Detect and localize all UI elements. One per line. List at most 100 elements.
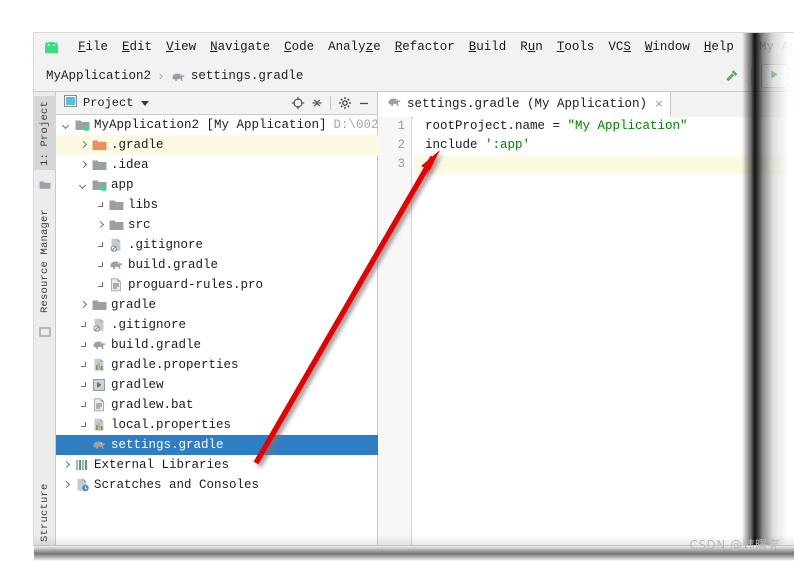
tree-row[interactable]: gradlew (56, 375, 378, 395)
project-panel-header: Project (56, 92, 377, 115)
code-token-default: include (425, 138, 486, 152)
folder-orange-icon (92, 138, 107, 152)
project-tree[interactable]: MyApplication2 [My Application] D:\002_I.… (56, 115, 378, 545)
project-panel-actions (288, 94, 373, 113)
code-line[interactable] (413, 155, 794, 174)
collapse-all-icon[interactable] (307, 94, 326, 113)
code-line[interactable]: include ':app' (413, 136, 794, 155)
chevron-down-icon[interactable] (141, 100, 150, 106)
chevron-down-icon[interactable] (62, 121, 71, 130)
toolbar-divider (751, 67, 752, 85)
run-play-icon (769, 67, 780, 85)
project-panel-title: Project (83, 96, 134, 110)
tree-row[interactable]: MyApplication2 [My Application] D:\002_I (56, 115, 378, 135)
line-number: 1 (397, 119, 405, 133)
folder-icon (92, 158, 107, 172)
tree-row[interactable]: build.gradle (56, 255, 378, 275)
tree-row-label: MyApplication2 [My Application] (94, 118, 327, 132)
sidebar-item-structure[interactable]: Structure (34, 477, 56, 545)
menu-tools-rest: ools (564, 40, 595, 54)
minimize-icon[interactable] (354, 94, 373, 113)
menu-item-refactor[interactable]: Refactor (388, 38, 462, 56)
locate-target-icon[interactable] (288, 94, 307, 113)
chevron-right-icon[interactable] (79, 141, 88, 150)
menu-edit-mnemonic: E (122, 40, 130, 54)
menu-item-window[interactable]: Window (638, 38, 697, 56)
scratches-icon (75, 478, 90, 492)
tree-row[interactable]: app (56, 175, 378, 195)
toolbar-actions (720, 64, 794, 88)
tree-row[interactable]: settings.gradle (56, 435, 378, 455)
menu-item-analyze[interactable]: Analyze (321, 38, 388, 56)
tree-row-label: .gradle (111, 138, 164, 152)
gradle-elephant-icon (171, 70, 186, 83)
editor-code-area[interactable]: rootProject.name = "My Application" inclu… (413, 117, 794, 545)
tree-row[interactable]: .idea (56, 155, 378, 175)
menu-view-rest: iew (173, 40, 197, 54)
gitignore-file-icon (109, 238, 124, 252)
tree-row-label: .gitignore (111, 318, 187, 332)
menu-window-rest: indow (652, 40, 690, 54)
tree-row[interactable]: gradlew.bat (56, 395, 378, 415)
menu-item-file[interactable]: File (71, 38, 115, 56)
chevron-right-icon[interactable] (79, 161, 88, 170)
menu-build-rest: uild (476, 40, 507, 54)
folder-icon (39, 177, 51, 189)
menu-code-rest: ode (291, 40, 315, 54)
tree-row[interactable]: proguard-rules.pro (56, 275, 378, 295)
tree-row[interactable]: libs (56, 195, 378, 215)
tree-row-label: gradlew.bat (111, 398, 194, 412)
code-line[interactable]: rootProject.name = "My Application" (413, 117, 794, 136)
tree-row[interactable]: build.gradle (56, 335, 378, 355)
tree-row[interactable]: .gitignore (56, 315, 378, 335)
gear-icon[interactable] (335, 94, 354, 113)
tree-toggle-empty (96, 261, 105, 270)
menu-file-rest: ile (85, 40, 109, 54)
menu-navigate-mnemonic: N (210, 40, 218, 54)
menu-item-edit[interactable]: Edit (115, 38, 159, 56)
tree-row[interactable]: gradle.properties (56, 355, 378, 375)
tree-toggle-empty (79, 321, 88, 330)
menu-item-view[interactable]: View (159, 38, 203, 56)
chevron-right-icon[interactable] (62, 461, 71, 470)
menu-view-mnemonic: V (166, 40, 174, 54)
editor-tab-settings-gradle[interactable]: settings.gradle (My Application) × (378, 92, 671, 117)
menu-item-run[interactable]: Run (513, 38, 550, 56)
tree-row[interactable]: .gradle (56, 135, 378, 155)
tree-row[interactable]: src (56, 215, 378, 235)
project-tool-window: Project MyApplication2 [My Application] D… (56, 92, 378, 545)
tree-row[interactable]: gradle (56, 295, 378, 315)
window-app-name: My Appli (758, 40, 794, 54)
tree-toggle-empty (96, 281, 105, 290)
menu-item-tools[interactable]: Tools (550, 38, 602, 56)
gradle-elephant-icon (92, 438, 107, 452)
breadcrumb-project[interactable]: MyApplication2 (46, 69, 151, 83)
sidebar-item-project[interactable]: 1: Project (34, 96, 56, 170)
chevron-right-icon[interactable] (62, 481, 71, 490)
run-button[interactable] (761, 64, 788, 88)
tree-row-label: External Libraries (94, 458, 230, 472)
chevron-right-icon[interactable] (79, 301, 88, 310)
menu-item-help[interactable]: Help (697, 38, 741, 56)
tree-row[interactable]: local.properties (56, 415, 378, 435)
sidebar-item-resource-manager[interactable]: Resource Manager (34, 202, 56, 320)
close-icon[interactable]: × (655, 98, 663, 111)
menu-vcs-mnemonic: S (623, 40, 631, 54)
chevron-right-icon[interactable] (96, 221, 105, 230)
properties-file-icon (92, 418, 107, 432)
breadcrumb-file[interactable]: settings.gradle (191, 69, 304, 83)
tree-row[interactable]: External Libraries (56, 455, 378, 475)
menu-item-vcs[interactable]: VCS (601, 38, 638, 56)
menu-item-build[interactable]: Build (462, 38, 514, 56)
resource-icon (39, 324, 51, 337)
tree-row[interactable]: Scratches and Consoles (56, 475, 378, 495)
tree-row[interactable]: .gitignore (56, 235, 378, 255)
left-tool-strip: 1: Project Resource Manager Structure (34, 92, 56, 545)
folder-icon (92, 298, 107, 312)
menu-item-navigate[interactable]: Navigate (203, 38, 277, 56)
hammer-build-icon[interactable] (720, 65, 742, 87)
tree-row-label: build.gradle (111, 338, 202, 352)
tree-toggle-empty (79, 441, 88, 450)
chevron-down-icon[interactable] (79, 181, 88, 190)
menu-item-code[interactable]: Code (277, 38, 321, 56)
